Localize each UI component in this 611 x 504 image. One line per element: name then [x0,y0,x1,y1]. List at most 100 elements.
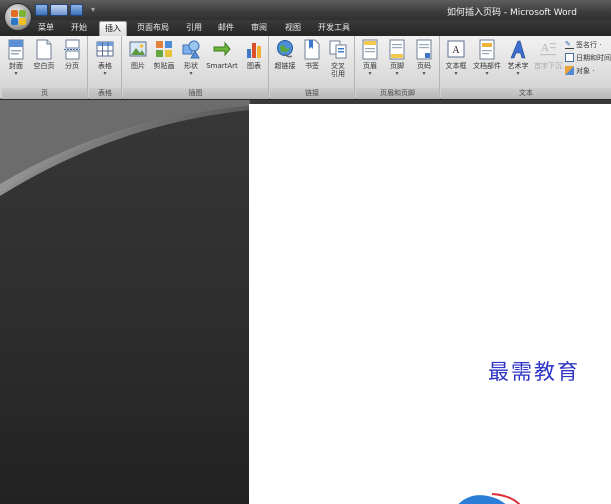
group-links-label: 链接 [270,88,354,99]
object-button[interactable]: 对象 · [565,65,594,76]
blank-page-icon [36,39,52,60]
chevron-down-icon: ▾ [516,70,520,77]
cover-page-icon [8,39,24,60]
text-box-icon: A [447,40,465,58]
tab-mailings[interactable]: 邮件 [213,21,239,36]
wordart-icon [510,40,526,59]
group-pages: 封面 ▾ 空白页 分页 页 [2,36,88,99]
group-tables-label: 表格 [89,88,121,99]
shapes-button[interactable]: 形状 ▾ [180,39,202,77]
picture-button[interactable]: 图片 [127,39,149,70]
date-time-label: 日期和时间 [576,53,611,62]
footer-label: 页脚 [390,62,404,70]
page-number-icon [416,39,432,60]
group-tables: 表格 ▾ 表格 [89,36,122,99]
object-label: 对象 · [576,66,595,75]
document-page[interactable] [249,104,611,504]
smartart-label: SmartArt [206,62,238,70]
wordart-button[interactable]: 艺术字 ▾ [504,39,532,77]
tab-insert[interactable]: 插入 [99,21,127,36]
shapes-label: 形状 [184,62,198,70]
drop-cap-icon: A [540,42,556,56]
office-logo-icon [10,9,26,25]
quick-access-toolbar: ▾ [35,3,95,16]
customize-qat-icon[interactable]: ▾ [91,5,95,14]
group-header-footer: 页眉 ▾ 页脚 ▾ 页码 ▾ 页眉和页脚 [356,36,440,99]
tab-page-layout[interactable]: 页面布局 [133,21,173,36]
header-label: 页眉 [363,62,377,70]
table-button[interactable]: 表格 ▾ [93,39,117,77]
drop-cap-label: 首字下沉 [534,62,562,70]
redo-icon[interactable] [70,3,83,16]
window-title: 如何插入页码 - Microsoft Word [447,8,577,18]
office-button[interactable] [4,3,32,31]
tab-references[interactable]: 引用 [181,21,207,36]
undo-icon[interactable] [50,3,68,16]
smartart-button[interactable]: SmartArt [204,39,240,70]
signature-line-icon: ✎ [565,40,574,49]
bookmark-label: 书签 [305,62,319,70]
cross-reference-label-line2: 引用 [331,70,345,78]
chevron-down-icon: ▾ [485,70,489,77]
group-illustrations-label: 插图 [123,88,268,99]
bookmark-icon [304,39,320,60]
tab-menu[interactable]: 菜单 [33,21,59,36]
chart-icon [247,43,261,58]
chevron-down-icon: ▾ [395,70,399,77]
tab-home[interactable]: 开始 [66,21,92,36]
page-break-button[interactable]: 分页 [60,39,84,70]
signature-line-button[interactable]: ✎ 签名行 · [565,39,601,50]
footer-icon [389,39,405,60]
group-text: A 文本框 ▾ 文档部件 ▾ 艺术字 ▾ A 首字下沉 ✎ 签名行 · 日期和时… [441,36,611,99]
tab-developer[interactable]: 开发工具 [314,21,354,36]
chevron-down-icon: ▾ [14,70,18,77]
header-button[interactable]: 页眉 ▾ [358,39,382,77]
svg-text:A: A [541,42,549,54]
picture-label: 图片 [131,62,145,70]
ribbon: 封面 ▾ 空白页 分页 页 表格 ▾ 表格 图片 剪贴画 形状 ▾ SmartA… [0,36,611,99]
tab-view[interactable]: 视图 [280,21,306,36]
hyperlink-icon [277,40,293,58]
page-break-icon [64,39,80,60]
group-header-footer-label: 页眉和页脚 [356,88,439,99]
tab-review[interactable]: 审阅 [246,21,272,36]
save-icon[interactable] [35,3,48,16]
chevron-down-icon: ▾ [368,70,372,77]
group-pages-label: 页 [2,88,87,99]
svg-text:A: A [452,45,460,56]
text-box-label: 文本框 [445,62,467,70]
chart-button[interactable]: 图表 [243,39,265,70]
object-icon [565,66,574,75]
cover-page-button[interactable]: 封面 ▾ [5,39,27,77]
drop-cap-button[interactable]: A 首字下沉 [533,39,563,70]
cross-reference-button[interactable]: 交叉 引用 [326,39,350,78]
document-workspace [0,100,611,504]
chevron-down-icon: ▾ [422,70,426,77]
page-break-label: 分页 [65,62,79,70]
picture-icon [129,41,147,57]
group-illustrations: 图片 剪贴画 形状 ▾ SmartArt 图表 插图 [123,36,269,99]
quick-parts-button[interactable]: 文档部件 ▾ [471,39,503,77]
logo-graphic-icon [458,493,521,504]
wordart-label: 艺术字 [507,62,529,70]
cover-page-label: 封面 [9,62,23,70]
bookmark-button[interactable]: 书签 [301,39,323,70]
chart-label: 图表 [247,62,261,70]
hyperlink-button[interactable]: 超链接 [272,39,298,70]
smartart-icon [213,41,231,57]
date-time-button[interactable]: 日期和时间 [565,52,611,63]
quick-parts-label: 文档部件 [473,62,501,70]
footer-button[interactable]: 页脚 ▾ [385,39,409,77]
page-number-label: 页码 [417,62,431,70]
clip-art-button[interactable]: 剪贴画 [151,39,177,70]
page-number-button[interactable]: 页码 ▾ [412,39,436,77]
chevron-down-icon: ▾ [103,70,107,77]
blank-page-button[interactable]: 空白页 [31,39,57,70]
blank-page-label: 空白页 [33,62,55,70]
clip-art-label: 剪贴画 [153,62,175,70]
text-box-button[interactable]: A 文本框 ▾ [443,39,469,77]
hyperlink-label: 超链接 [274,62,296,70]
group-links: 超链接 书签 交叉 引用 链接 [270,36,355,99]
chevron-down-icon: ▾ [454,70,458,77]
quick-parts-icon [479,39,495,60]
